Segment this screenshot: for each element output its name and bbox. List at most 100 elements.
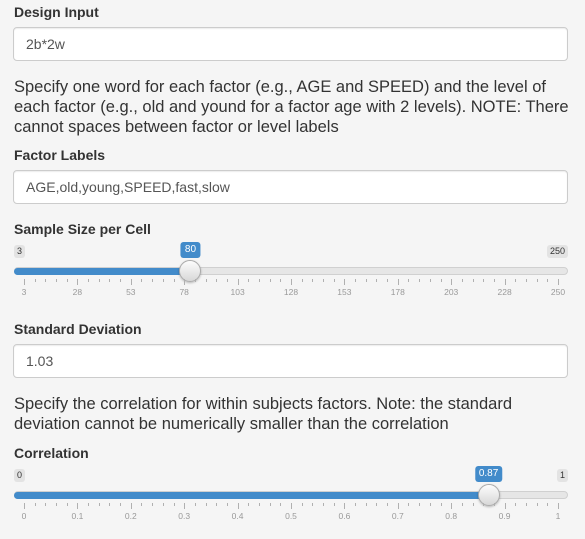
slider-tick-label: 0.4 xyxy=(231,511,244,521)
slider-tick xyxy=(558,279,559,285)
slider-minor-tick xyxy=(173,503,175,506)
slider-minor-tick xyxy=(515,503,517,506)
sample-size-slider[interactable]: 3 250 80 3 28 53 78 103 128 153 178 203 228 250 xyxy=(14,242,568,315)
slider-minor-tick xyxy=(45,279,47,282)
slider-minor-tick xyxy=(226,503,228,506)
slider-tick xyxy=(130,279,132,285)
slider-minor-tick xyxy=(205,503,207,506)
slider-minor-tick xyxy=(408,503,410,506)
slider-minor-tick xyxy=(440,279,442,282)
slider-minor-tick xyxy=(365,503,367,506)
slider-tick-label: 228 xyxy=(497,287,512,297)
slider-tick xyxy=(558,503,559,509)
slider-minor-tick xyxy=(88,503,90,506)
slider-minor-tick xyxy=(152,279,154,282)
slider-min-label: 0 xyxy=(14,469,26,482)
slider-tick-label: 178 xyxy=(390,287,405,297)
slider-tick xyxy=(24,503,25,509)
slider-handle[interactable] xyxy=(477,484,500,506)
slider-minor-tick xyxy=(461,279,463,282)
slider-max-label: 250 xyxy=(546,245,568,258)
slider-tick-label: 1 xyxy=(555,511,561,521)
slider-minor-tick xyxy=(355,279,357,282)
slider-minor-tick xyxy=(280,503,282,506)
sample-size-label: Sample Size per Cell xyxy=(14,221,151,237)
slider-minor-tick xyxy=(216,503,218,506)
slider-handle[interactable] xyxy=(179,260,202,282)
slider-tick xyxy=(344,279,346,285)
slider-minor-tick xyxy=(248,503,250,506)
slider-fill xyxy=(14,268,191,275)
slider-tick xyxy=(504,503,506,509)
slider-minor-tick xyxy=(216,279,218,282)
slider-tick-label: 3 xyxy=(21,287,27,297)
slider-tick-label: 28 xyxy=(72,287,83,297)
slider-minor-tick xyxy=(333,503,335,506)
slider-tick-label: 153 xyxy=(337,287,352,297)
design-input-field[interactable]: 2b*2w xyxy=(13,27,568,61)
slider-minor-tick xyxy=(515,279,517,282)
slider-minor-tick xyxy=(493,503,495,506)
slider-minor-tick xyxy=(536,279,538,282)
design-input-label: Design Input xyxy=(14,4,99,20)
slider-minor-tick xyxy=(269,503,271,506)
slider-minor-tick xyxy=(387,503,389,506)
slider-minor-tick xyxy=(483,503,485,506)
correlation-slider[interactable]: 0 1 0.87 0 0.1 0.2 0.3 0.4 0.5 0.6 0.7 0.8 0.9 1 xyxy=(14,466,568,539)
slider-tick xyxy=(291,279,292,285)
slider-minor-tick xyxy=(355,503,357,506)
standard-deviation-label: Standard Deviation xyxy=(14,321,142,337)
slider-tick xyxy=(24,279,25,285)
slider-tick xyxy=(397,279,399,285)
slider-tick xyxy=(504,279,506,285)
slider-minor-tick xyxy=(483,279,485,282)
slider-tick-label: 0.7 xyxy=(391,511,404,521)
slider-tick-label: 0.8 xyxy=(445,511,458,521)
slider-minor-tick xyxy=(365,279,367,282)
slider-minor-tick xyxy=(536,503,538,506)
slider-tick xyxy=(184,279,186,285)
slider-minor-tick xyxy=(45,503,47,506)
slider-tick-label: 53 xyxy=(126,287,136,297)
slider-minor-tick xyxy=(472,279,474,282)
slider-tick xyxy=(397,503,399,509)
slider-minor-tick xyxy=(461,503,463,506)
slider-tick-label: 0.1 xyxy=(71,511,84,521)
slider-minor-tick xyxy=(205,279,207,282)
slider-minor-tick xyxy=(173,279,175,282)
slider-tick xyxy=(184,503,186,509)
slider-minor-tick xyxy=(66,503,68,506)
slider-minor-tick xyxy=(66,279,68,282)
slider-minor-tick xyxy=(323,503,325,506)
correlation-help-text: Specify the correlation for within subje… xyxy=(14,395,512,433)
slider-minor-tick xyxy=(312,279,314,282)
slider-minor-tick xyxy=(109,279,111,282)
slider-tick-label: 203 xyxy=(444,287,459,297)
slider-minor-tick xyxy=(387,279,389,282)
factor-labels-label: Factor Labels xyxy=(14,147,106,163)
slider-minor-tick xyxy=(141,279,143,282)
slider-minor-tick xyxy=(547,503,549,506)
slider-minor-tick xyxy=(429,503,431,506)
slider-tick-label: 103 xyxy=(230,287,245,297)
slider-minor-tick xyxy=(258,279,260,282)
slider-tick xyxy=(451,279,453,285)
slider-minor-tick xyxy=(120,279,122,282)
slider-minor-tick xyxy=(419,503,421,506)
slider-minor-tick xyxy=(376,503,378,506)
slider-minor-tick xyxy=(440,503,442,506)
slider-minor-tick xyxy=(269,279,271,282)
factor-labels-field[interactable]: AGE,old,young,SPEED,fast,slow xyxy=(13,170,568,204)
slider-tick xyxy=(237,503,239,509)
slider-minor-tick xyxy=(194,279,196,282)
slider-minor-tick xyxy=(301,503,303,506)
slider-tick xyxy=(77,279,79,285)
factor-help-text: Specify one word for each factor (e.g., … xyxy=(14,78,569,136)
slider-minor-tick xyxy=(226,279,228,282)
standard-deviation-field[interactable]: 1.03 xyxy=(13,344,568,378)
slider-minor-tick xyxy=(141,503,143,506)
slider-tick-label: 0.5 xyxy=(285,511,297,521)
slider-tick xyxy=(237,279,239,285)
slider-value-label: 0.87 xyxy=(474,466,503,482)
slider-minor-tick xyxy=(120,503,122,506)
